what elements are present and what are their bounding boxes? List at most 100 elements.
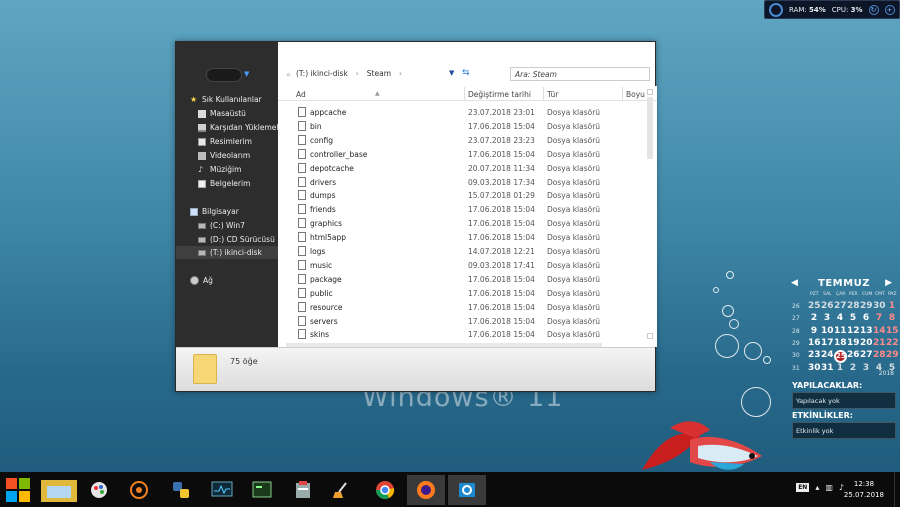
calendar-day[interactable]: 24 — [821, 350, 834, 360]
scroll-up-icon[interactable] — [647, 89, 653, 95]
sidebar-item-pictures[interactable]: Resimlerim — [176, 135, 278, 148]
calendar-day[interactable]: 11 — [834, 326, 847, 336]
calendar-day[interactable]: 5 — [847, 313, 859, 323]
start-button[interactable] — [3, 475, 33, 505]
file-explorer-icon[interactable] — [40, 475, 78, 505]
calendar-day[interactable]: 13 — [860, 326, 873, 336]
sidebar-item-favorites[interactable]: ★ Sık Kullanılanlar — [176, 93, 278, 106]
calendar-day[interactable]: 16 — [808, 338, 821, 348]
calendar-day[interactable]: 26 — [821, 301, 834, 311]
calendar-day[interactable]: 9 — [808, 326, 820, 336]
column-size[interactable]: Boyu — [626, 90, 645, 99]
sidebar-item-downloads[interactable]: Karşıdan Yüklemeler — [176, 121, 286, 134]
refresh-icon[interactable]: ⇆ — [462, 68, 470, 78]
file-row[interactable]: bin 17.06.2018 15:04 Dosya klasörü — [278, 119, 657, 133]
scroll-thumb[interactable] — [647, 97, 653, 159]
calendar-day[interactable]: 7 — [873, 313, 885, 323]
file-row[interactable]: music 09.03.2018 17:41 Dosya klasörü — [278, 258, 657, 272]
calendar-day[interactable]: 21 — [873, 338, 886, 348]
installer-icon[interactable] — [284, 475, 322, 505]
breadcrumb-item[interactable]: Steam — [367, 69, 391, 78]
calendar-day[interactable]: 30 — [808, 363, 821, 373]
calendar-day[interactable]: 3 — [860, 363, 872, 373]
column-name[interactable]: Ad — [296, 90, 306, 99]
scroll-down-icon[interactable] — [647, 333, 653, 339]
file-row[interactable]: html5app 17.06.2018 15:04 Dosya klasörü — [278, 230, 657, 244]
calendar-day[interactable]: 10 — [821, 326, 834, 336]
file-row[interactable]: resource 17.06.2018 15:04 Dosya klasörü — [278, 300, 657, 314]
network-icon[interactable]: ▥ — [825, 483, 833, 492]
calendar-day[interactable]: 29 — [860, 301, 873, 311]
calendar-today[interactable]: 25 — [834, 350, 847, 364]
calendar-day[interactable]: 15 — [886, 326, 899, 336]
calendar-day[interactable]: 2 — [847, 363, 859, 373]
settings-icon[interactable] — [448, 475, 486, 505]
column-date[interactable]: Değiştirme tarihi — [468, 90, 531, 99]
sidebar-item-music[interactable]: ♪ Müziğim — [176, 163, 278, 176]
cleaner-brush-icon[interactable] — [322, 475, 360, 505]
calendar-day[interactable]: 2 — [808, 313, 820, 323]
file-row[interactable]: servers 17.06.2018 15:04 Dosya klasörü — [278, 314, 657, 328]
column-type[interactable]: Tür — [547, 90, 558, 99]
file-row[interactable]: friends 17.06.2018 15:04 Dosya klasörü — [278, 202, 657, 216]
gadget-refresh-icon[interactable]: ↻ — [868, 4, 879, 15]
show-desktop-button[interactable] — [894, 472, 900, 507]
file-row[interactable]: dumps 15.07.2018 01:29 Dosya klasörü — [278, 188, 657, 202]
sidebar-item-drive-d[interactable]: (D:) CD Sürücüsü — [176, 233, 278, 246]
file-row[interactable]: drivers 09.03.2018 17:34 Dosya klasörü — [278, 175, 657, 189]
file-row[interactable]: controller_base 17.06.2018 15:04 Dosya kla… — [278, 147, 657, 161]
calendar-day[interactable]: 29 — [886, 350, 899, 360]
file-row[interactable]: package 17.06.2018 15:04 Dosya klasörü — [278, 272, 657, 286]
file-row[interactable]: config 23.07.2018 23:23 Dosya klasörü — [278, 133, 657, 147]
calendar-day[interactable]: 25 — [808, 301, 821, 311]
calendar-day[interactable]: 12 — [847, 326, 860, 336]
sidebar-item-drive-c[interactable]: (C:) Win7 — [176, 219, 278, 232]
language-indicator[interactable]: EN — [796, 483, 810, 492]
calendar-day[interactable]: 3 — [821, 313, 833, 323]
vertical-scrollbar[interactable] — [647, 89, 653, 339]
file-row[interactable]: appcache 23.07.2018 23:01 Dosya klasörü — [278, 105, 657, 119]
back-forward-icon[interactable]: « — [286, 70, 291, 79]
calendar-day[interactable]: 1 — [886, 301, 898, 311]
calendar-day[interactable]: 1 — [834, 363, 846, 373]
chrome-icon[interactable] — [366, 475, 404, 505]
paint-icon[interactable] — [80, 475, 118, 505]
file-row[interactable]: logs 14.07.2018 12:21 Dosya klasörü — [278, 244, 657, 258]
calendar-day[interactable]: 4 — [834, 313, 846, 323]
search-input[interactable]: Ara: Steam — [510, 67, 650, 81]
file-row[interactable]: public 17.06.2018 15:04 Dosya klasörü — [278, 286, 657, 300]
file-row[interactable]: depotcache 20.07.2018 11:34 Dosya klasörü — [278, 161, 657, 175]
calendar-day[interactable]: 6 — [860, 313, 872, 323]
calendar-day[interactable]: 20 — [860, 338, 873, 348]
calendar-day[interactable]: 18 — [834, 338, 847, 348]
sidebar-item-network[interactable]: Ağ — [176, 274, 278, 287]
calendar-day[interactable]: 27 — [860, 350, 873, 360]
address-dropdown-icon[interactable]: ▼ — [449, 69, 454, 77]
chevron-down-icon[interactable]: ▼ — [244, 70, 249, 78]
terminal-icon[interactable] — [243, 475, 281, 505]
events-box[interactable]: Etkinlik yok — [792, 422, 896, 439]
sidebar-item-computer[interactable]: Bilgisayar — [176, 205, 278, 218]
calendar-day[interactable]: 27 — [834, 301, 847, 311]
calendar-day[interactable]: 26 — [847, 350, 860, 360]
sidebar-item-documents[interactable]: Belgelerim — [176, 177, 278, 190]
sidebar-item-videos[interactable]: Videolarım — [176, 149, 278, 162]
breadcrumb-item[interactable]: (T:) ikinci-disk — [296, 69, 348, 78]
calendar-day[interactable]: 30 — [873, 301, 886, 311]
gadget-add-icon[interactable]: + — [884, 4, 895, 15]
firefox-icon[interactable] — [407, 475, 445, 505]
calendar-day[interactable]: 31 — [821, 363, 834, 373]
clock[interactable]: 12:38 25.07.2018 — [844, 479, 884, 501]
next-month-icon[interactable]: ▶ — [885, 278, 892, 288]
calendar-day[interactable]: 17 — [821, 338, 834, 348]
calendar-day[interactable]: 28 — [847, 301, 860, 311]
chevron-up-icon[interactable]: ▴ — [815, 483, 819, 492]
account-pill[interactable] — [206, 68, 242, 82]
task-monitor-icon[interactable] — [203, 475, 241, 505]
calendar-day[interactable]: 14 — [873, 326, 886, 336]
sidebar-item-drive-t[interactable]: (T:) ikinci-disk — [176, 246, 278, 259]
calendar-day[interactable]: 28 — [873, 350, 886, 360]
sidebar-item-desktop[interactable]: Masaüstü — [176, 107, 278, 120]
file-row[interactable]: graphics 17.06.2018 15:04 Dosya klasörü — [278, 216, 657, 230]
media-player-icon[interactable] — [120, 475, 158, 505]
